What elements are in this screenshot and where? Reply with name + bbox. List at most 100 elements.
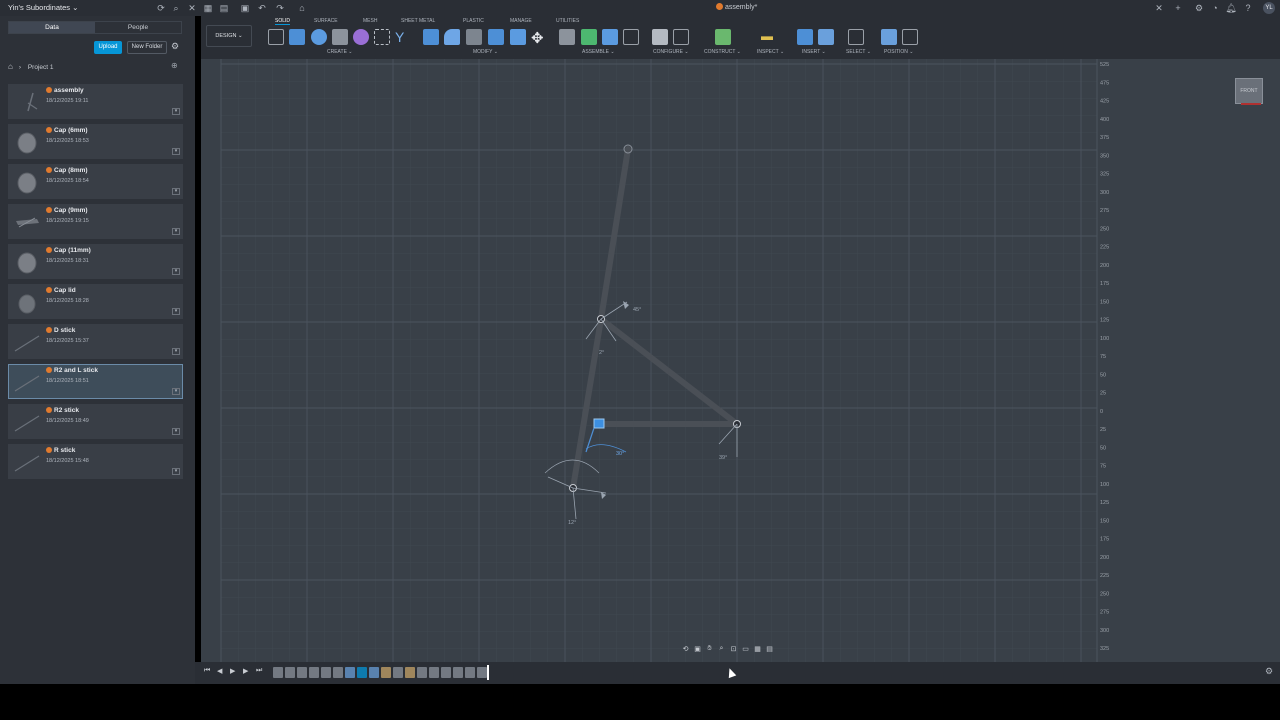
save-icon[interactable]: ▣ xyxy=(239,2,251,14)
new-tab-icon[interactable]: + xyxy=(1172,2,1184,14)
viewports-icon[interactable]: ▤ xyxy=(765,645,774,653)
shell-icon[interactable] xyxy=(466,29,482,45)
timeline-feature[interactable] xyxy=(285,667,295,678)
file-menu-icon[interactable]: ▾ xyxy=(172,308,180,315)
step-forward-icon[interactable]: ▶ xyxy=(243,667,248,675)
timeline-feature[interactable] xyxy=(441,667,451,678)
timeline-feature[interactable] xyxy=(393,667,403,678)
move-icon[interactable]: ✥ xyxy=(531,29,547,47)
hole-icon[interactable] xyxy=(332,29,348,45)
file-item[interactable]: D stick 18/12/2025 15:37 ▾ xyxy=(8,324,183,359)
redo-icon[interactable]: ↷ xyxy=(274,2,286,14)
close-panel-icon[interactable]: ✕ xyxy=(186,2,198,14)
settings-gear-icon[interactable]: ⚙ xyxy=(171,41,179,52)
insert-image-icon[interactable] xyxy=(818,29,834,45)
select-icon[interactable] xyxy=(848,29,864,45)
display-settings-icon[interactable]: ▭ xyxy=(741,645,750,653)
file-menu-icon[interactable]: ▾ xyxy=(172,468,180,475)
help-icon[interactable]: ? xyxy=(1242,2,1254,14)
create-sketch-icon[interactable] xyxy=(268,29,284,45)
timeline-feature[interactable] xyxy=(417,667,427,678)
group-modify[interactable]: MODIFY ⌄ xyxy=(473,49,498,55)
revert-position-icon[interactable] xyxy=(902,29,918,45)
timeline-feature[interactable] xyxy=(453,667,463,678)
mirror-icon[interactable]: Y xyxy=(395,29,411,45)
tab-people[interactable]: People xyxy=(95,22,181,33)
tab-sheet-metal[interactable]: SHEET METAL xyxy=(401,18,435,24)
lower-stick[interactable] xyxy=(570,316,604,491)
group-select[interactable]: SELECT ⌄ xyxy=(846,49,871,55)
document-tab[interactable]: assembly* xyxy=(716,3,757,11)
capture-position-icon[interactable] xyxy=(881,29,897,45)
upload-button[interactable]: Upload xyxy=(94,41,122,54)
refresh-icon[interactable]: ⟳ xyxy=(155,2,167,14)
joint-icon[interactable] xyxy=(581,29,597,45)
new-component-icon[interactable] xyxy=(559,29,575,45)
measure-icon[interactable]: ▬ xyxy=(761,29,777,45)
group-configure[interactable]: CONFIGURE ⌄ xyxy=(653,49,689,55)
file-item[interactable]: Cap (8mm) 18/12/2025 18:54 ▾ xyxy=(8,164,183,199)
timeline-settings-icon[interactable]: ⚙ xyxy=(1265,666,1273,677)
timeline-feature[interactable] xyxy=(321,667,331,678)
fillet-icon[interactable] xyxy=(444,29,460,45)
file-item[interactable]: R2 stick 18/12/2025 18:49 ▾ xyxy=(8,404,183,439)
timeline-feature[interactable] xyxy=(405,667,415,678)
breadcrumb-project[interactable]: Project 1 xyxy=(28,64,54,71)
timeline-feature[interactable] xyxy=(381,667,391,678)
timeline-feature[interactable] xyxy=(477,667,487,678)
play-icon[interactable]: ▶ xyxy=(230,667,235,675)
job-status-icon[interactable]: ◔ xyxy=(1209,2,1221,14)
close-tab-icon[interactable]: ✕ xyxy=(1153,2,1165,14)
file-menu-icon[interactable]: ▾ xyxy=(172,268,180,275)
rigid-group-icon[interactable] xyxy=(623,29,639,45)
tab-data[interactable]: Data xyxy=(9,22,95,33)
tab-utilities[interactable]: UTILITIES xyxy=(556,18,579,24)
team-name-dropdown[interactable]: Yin's Subordinates ⌄ xyxy=(8,3,78,12)
construct-plane-icon[interactable] xyxy=(715,29,731,45)
file-menu-icon[interactable]: ▾ xyxy=(172,228,180,235)
file-item[interactable]: R stick 18/12/2025 15:48 ▾ xyxy=(8,444,183,479)
as-built-joint-icon[interactable] xyxy=(602,29,618,45)
new-folder-button[interactable]: New Folder xyxy=(127,41,167,54)
press-pull-icon[interactable] xyxy=(423,29,439,45)
file-item[interactable]: assembly 18/12/2025 19:11 ▾ xyxy=(8,84,183,119)
group-position[interactable]: POSITION ⌄ xyxy=(884,49,914,55)
timeline-feature[interactable] xyxy=(297,667,307,678)
go-to-start-icon[interactable]: ⏮ xyxy=(204,667,210,675)
fit-icon[interactable]: ⊡ xyxy=(729,645,738,653)
viewport[interactable]: 5254754254003753503253002752502252001751… xyxy=(201,59,1280,662)
orbit-icon[interactable]: ⟲ xyxy=(681,645,690,653)
home-icon[interactable]: ⌂ xyxy=(8,62,13,71)
apps-grid-icon[interactable]: ▦ xyxy=(202,2,214,14)
file-item[interactable]: R2 and L stick 18/12/2025 18:51 ▾ xyxy=(8,364,183,399)
file-menu-icon[interactable]: ▾ xyxy=(172,388,180,395)
extensions-icon[interactable]: ⚙ xyxy=(1193,2,1205,14)
file-item[interactable]: Cap lid 18/12/2025 18:28 ▾ xyxy=(8,284,183,319)
timeline-feature[interactable] xyxy=(333,667,343,678)
file-menu-icon[interactable]: ▾ xyxy=(172,348,180,355)
home-icon[interactable]: ⌂ xyxy=(296,2,308,14)
configure-icon[interactable] xyxy=(652,29,668,45)
selected-joint-marker[interactable] xyxy=(593,418,605,429)
timeline-feature[interactable] xyxy=(429,667,439,678)
file-menu-icon[interactable]: ▤ xyxy=(218,2,230,14)
tab-plastic[interactable]: PLASTIC xyxy=(463,18,484,24)
timeline-feature[interactable] xyxy=(357,667,367,678)
extrude-icon[interactable] xyxy=(289,29,305,45)
upper-stick[interactable] xyxy=(598,146,631,322)
file-item[interactable]: Cap (11mm) 18/12/2025 18:31 ▾ xyxy=(8,244,183,279)
pattern-icon[interactable] xyxy=(374,29,390,45)
timeline-marker[interactable] xyxy=(487,665,489,680)
file-item[interactable]: Cap (6mm) 18/12/2025 18:53 ▾ xyxy=(8,124,183,159)
file-item[interactable]: Cap (9mm) 18/12/2025 19:15 ▾ xyxy=(8,204,183,239)
combine-icon[interactable] xyxy=(488,29,504,45)
timeline-feature[interactable] xyxy=(273,667,283,678)
group-create[interactable]: CREATE ⌄ xyxy=(327,49,353,55)
timeline-feature[interactable] xyxy=(465,667,475,678)
align-icon[interactable] xyxy=(510,29,526,45)
tab-manage[interactable]: MANAGE xyxy=(510,18,532,24)
avatar[interactable]: YL xyxy=(1263,2,1275,14)
zoom-icon[interactable]: ⌕ xyxy=(717,645,726,653)
form-icon[interactable] xyxy=(353,29,369,45)
design-canvas[interactable]: 525 475 425 400 375 350 325 300 275 250 225 200 175 1… xyxy=(201,59,1280,662)
